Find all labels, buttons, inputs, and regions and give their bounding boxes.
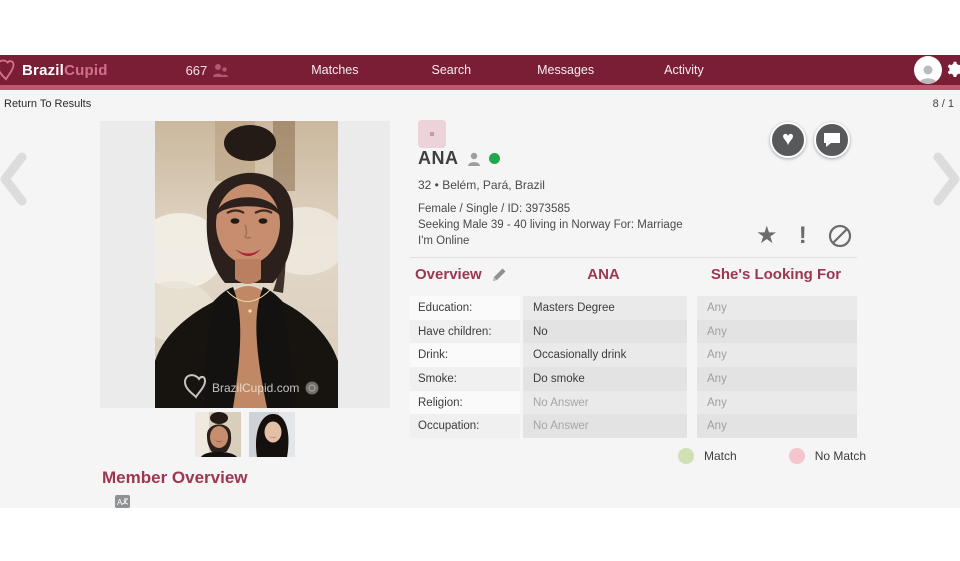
report-icon[interactable]: !: [799, 224, 807, 248]
matches-count-number: 667: [186, 63, 208, 78]
row-label: Occupation:: [410, 414, 520, 438]
brand-text: BrazilCupid: [22, 62, 108, 79]
row-label: Education:: [410, 296, 520, 320]
member-overview-heading: Member Overview: [102, 468, 248, 488]
nav-item-activity[interactable]: Activity: [664, 63, 704, 77]
no-match-dot: [789, 448, 805, 464]
profile-name: ANA: [418, 148, 459, 169]
table-row: Smoke: Do smoke Any: [410, 367, 857, 391]
row-member-value: No: [523, 320, 687, 344]
table-row: Occupation: No Answer Any: [410, 414, 857, 438]
nav-item-matches[interactable]: Matches: [311, 63, 358, 77]
nav-item-search[interactable]: Search: [432, 63, 472, 77]
user-avatar[interactable]: [914, 56, 942, 84]
row-label: Have children:: [410, 320, 520, 344]
table-row: Religion: No Answer Any: [410, 391, 857, 415]
online-status-dot: [489, 153, 500, 164]
photo-container: BrazilCupid.com: [100, 121, 390, 408]
table-row: Have children: No Any: [410, 320, 857, 344]
row-looking-value: Any: [697, 391, 857, 415]
profile-details-line2: Seeking Male 39 - 40 living in Norway Fo…: [418, 219, 683, 231]
profile-online-text: I'm Online: [418, 235, 469, 247]
row-label: Drink:: [410, 343, 520, 367]
table-header-member: ANA: [523, 266, 684, 283]
thumbnail-photo-1[interactable]: [195, 412, 241, 457]
return-to-results-link[interactable]: Return To Results: [4, 98, 91, 110]
row-member-value: Masters Degree: [523, 296, 687, 320]
person-silhouette-icon: [917, 62, 939, 84]
table-row: Education: Masters Degree Any: [410, 296, 857, 320]
row-member-value: No Answer: [523, 414, 687, 438]
show-interest-button[interactable]: ♥: [770, 122, 806, 158]
row-looking-value: Any: [697, 343, 857, 367]
row-looking-value: Any: [697, 414, 857, 438]
table-top-divider: [410, 257, 857, 258]
brand-logo[interactable]: BrazilCupid: [2, 59, 108, 81]
previous-profile-arrow[interactable]: [0, 152, 28, 206]
pagination-counter: 8 / 1: [933, 98, 954, 110]
profile-age-location: 32 • Belém, Pará, Brazil: [418, 178, 545, 192]
favorite-star-icon[interactable]: ★: [756, 224, 778, 248]
profile-name-row: ANA: [418, 148, 500, 169]
table-row: Drink: Occasionally drink Any: [410, 343, 857, 367]
profile-photo[interactable]: BrazilCupid.com: [155, 121, 338, 408]
nav-right-group: [914, 55, 960, 85]
matches-count[interactable]: 667: [186, 63, 230, 78]
send-message-button[interactable]: [814, 122, 850, 158]
thumbnail-photo-2[interactable]: [249, 412, 295, 457]
country-flag-badge[interactable]: [418, 120, 446, 148]
row-label: Religion:: [410, 391, 520, 415]
match-legend: Match No Match: [678, 448, 866, 464]
row-member-value: No Answer: [523, 391, 687, 415]
main-content: Return To Results 8 / 1: [0, 90, 960, 508]
member-type-icon: [466, 151, 482, 167]
photo-thumbnails: [195, 412, 295, 457]
page: BrazilCupid 667 Matches Search Messages …: [0, 0, 960, 561]
svg-text:A: A: [117, 498, 123, 507]
row-member-value: Occasionally drink: [523, 343, 687, 367]
nav-menu: Matches Search Messages Activity: [229, 63, 703, 77]
svg-text:BrazilCupid.com: BrazilCupid.com: [212, 381, 299, 395]
table-header-overview: Overview: [415, 266, 506, 283]
no-match-label: No Match: [815, 449, 866, 463]
profile-attributes-table: Education: Masters Degree Any Have child…: [410, 296, 857, 438]
overview-header-label: Overview: [415, 266, 482, 283]
table-header-looking-for: She's Looking For: [695, 266, 857, 283]
next-profile-arrow[interactable]: [932, 152, 960, 206]
row-member-value: Do smoke: [523, 367, 687, 391]
match-dot: [678, 448, 694, 464]
chat-bubble-icon: [823, 132, 841, 148]
heart-icon: ♥: [782, 129, 794, 149]
people-icon: [212, 63, 229, 78]
top-navbar: BrazilCupid 667 Matches Search Messages …: [0, 55, 960, 85]
profile-details-line1: Female / Single / ID: 3973585: [418, 203, 570, 215]
primary-actions: ♥: [770, 122, 850, 158]
match-label: Match: [704, 449, 737, 463]
edit-pencil-icon[interactable]: [492, 268, 506, 282]
brand-heart-icon: [0, 59, 16, 81]
secondary-actions: ★ !: [756, 224, 852, 248]
nav-item-messages[interactable]: Messages: [537, 63, 594, 77]
gear-icon[interactable]: [944, 59, 960, 81]
block-icon[interactable]: [828, 224, 852, 248]
row-looking-value: Any: [697, 296, 857, 320]
row-looking-value: Any: [697, 320, 857, 344]
row-looking-value: Any: [697, 367, 857, 391]
translate-icon[interactable]: A: [115, 495, 130, 508]
row-label: Smoke:: [410, 367, 520, 391]
